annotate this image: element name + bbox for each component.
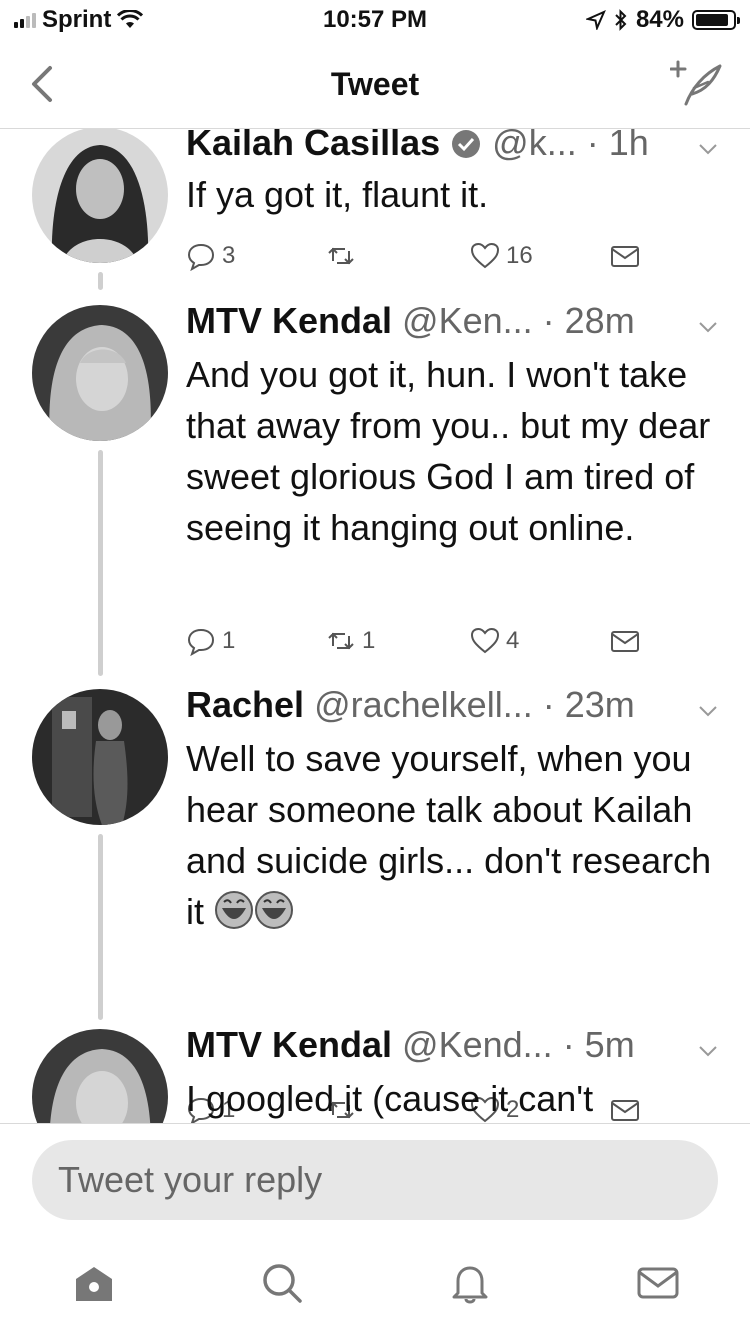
retweet-button[interactable]: 1 (326, 626, 375, 656)
laughing-emoji-icon (254, 890, 294, 930)
chevron-down-icon[interactable] (696, 315, 720, 339)
reply-icon (187, 243, 215, 271)
retweet-button[interactable] (326, 241, 362, 271)
author-name[interactable]: Rachel (186, 685, 304, 725)
thread-line (98, 834, 103, 1020)
messages-icon[interactable] (636, 1261, 680, 1305)
tweet-header: MTV Kendal @Ken... · 28m (186, 301, 726, 341)
avatar[interactable] (32, 129, 168, 263)
reply-input[interactable]: Tweet your reply (32, 1140, 718, 1220)
chevron-down-icon[interactable] (696, 699, 720, 723)
page-title: Tweet (330, 66, 420, 102)
author-handle[interactable]: @Ken... (402, 301, 533, 341)
battery-percent: 84% (635, 6, 684, 33)
author-name[interactable]: MTV Kendal (186, 1025, 392, 1065)
direct-message-button[interactable] (610, 626, 640, 656)
reply-count: 3 (222, 242, 236, 269)
tweet-time: · 23m (542, 685, 635, 725)
tweet-text: And you got it, hun. I won't take that a… (186, 354, 711, 548)
heart-icon (470, 242, 500, 269)
laughing-emoji-icon (214, 890, 254, 930)
reply-button[interactable]: 3 (186, 241, 235, 271)
status-right: 84% (585, 6, 740, 34)
tweet-header: Rachel @rachelkell... · 23m (186, 685, 726, 725)
retweet-icon (328, 247, 354, 265)
tweet-time: · 28m (542, 301, 635, 341)
search-icon[interactable] (260, 1261, 304, 1305)
verified-badge-icon (452, 130, 481, 158)
tweet-header: MTV Kendal @Kend... · 5m (186, 1025, 726, 1065)
tweet-header: Kailah Casillas @k... · 1h (186, 129, 726, 163)
retweet-count: 1 (362, 627, 376, 654)
like-count: 4 (506, 627, 520, 654)
tweet-text-block: Well to save yourself, when you hear som… (186, 733, 726, 937)
reply-icon (187, 628, 215, 656)
chevron-down-icon[interactable] (696, 1039, 720, 1063)
direct-message-button[interactable] (610, 241, 640, 271)
tweet-text: I googled it (cause it can't (186, 1078, 594, 1119)
avatar[interactable] (32, 305, 168, 441)
author-name[interactable]: Kailah Casillas (186, 129, 440, 163)
author-handle[interactable]: @rachelkell... (314, 685, 533, 725)
envelope-icon (611, 246, 639, 267)
compose-tweet-icon[interactable] (670, 58, 724, 108)
tweet-actions: 1 1 4 (186, 626, 666, 662)
reply-button[interactable]: 1 (186, 626, 235, 656)
battery-icon (692, 10, 740, 30)
like-count: 16 (506, 242, 533, 269)
like-button[interactable]: 16 (470, 241, 533, 271)
retweet-icon (328, 632, 354, 650)
tweet-actions: 3 16 (186, 241, 666, 277)
avatar[interactable] (32, 689, 168, 825)
avatar[interactable] (32, 1029, 168, 1123)
tweet-time: · 5m (562, 1025, 635, 1065)
reply-count: 1 (222, 627, 236, 654)
author-handle[interactable]: @k... (492, 129, 577, 163)
status-bar: Sprint 10:57 PM 84% (0, 0, 750, 40)
location-icon (585, 10, 606, 30)
author-name[interactable]: MTV Kendal (186, 301, 392, 341)
notifications-icon[interactable] (448, 1261, 492, 1305)
thread-line (98, 272, 103, 290)
tweet-text: If ya got it, flaunt it. (186, 174, 489, 215)
home-icon[interactable] (72, 1261, 116, 1305)
thread-line (98, 450, 103, 676)
tweet-time: · 1h (586, 129, 649, 163)
conversation-feed[interactable]: Kailah Casillas @k... · 1h If ya got it,… (0, 129, 750, 1123)
heart-icon (470, 627, 500, 654)
like-button[interactable]: 4 (470, 626, 519, 656)
author-handle[interactable]: @Kend... (402, 1025, 553, 1065)
tab-bar (0, 1243, 750, 1334)
chevron-down-icon[interactable] (696, 137, 720, 161)
reply-bar: Tweet your reply (0, 1123, 750, 1244)
envelope-icon (611, 631, 639, 652)
bluetooth-icon (615, 9, 627, 31)
nav-bar: Tweet (0, 40, 750, 129)
